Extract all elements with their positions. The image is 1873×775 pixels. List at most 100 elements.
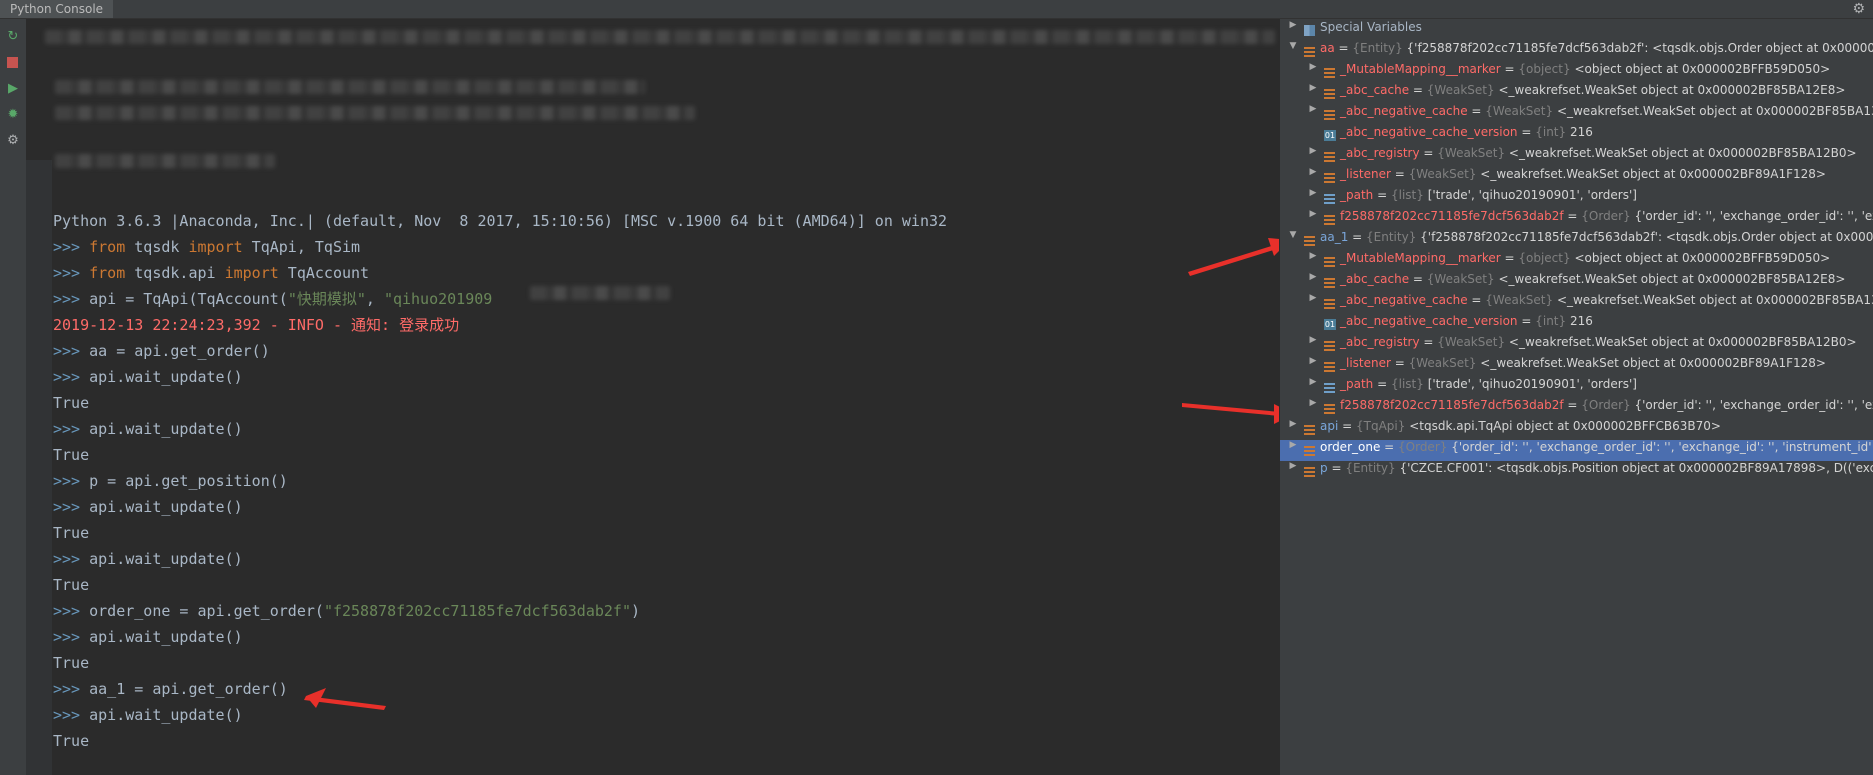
variable-name: p bbox=[1320, 461, 1328, 475]
variable-value: {'f258878f202cc71185fe7dcf563dab2f': <tq… bbox=[1406, 41, 1873, 55]
collapse-arrow-icon[interactable]: ▼ bbox=[1288, 41, 1298, 51]
variable-row[interactable]: ▶ _abc_registry = {WeakSet} <_weakrefset.… bbox=[1280, 146, 1873, 167]
variable-text: _abc_cache = {WeakSet} <_weakrefset.Weak… bbox=[1340, 272, 1846, 286]
field-icon bbox=[1304, 445, 1315, 456]
variable-name: _abc_cache bbox=[1340, 83, 1410, 97]
variable-text: api = {TqApi} <tqsdk.api.TqApi object at… bbox=[1320, 419, 1721, 433]
expand-arrow-icon[interactable]: ▶ bbox=[1288, 461, 1298, 471]
field-icon bbox=[1324, 88, 1335, 99]
expand-arrow-icon[interactable]: ▶ bbox=[1308, 272, 1318, 282]
expand-arrow-icon[interactable]: ▶ bbox=[1308, 293, 1318, 303]
variable-name: _MutableMapping__marker bbox=[1340, 251, 1501, 265]
variable-name: _abc_registry bbox=[1340, 335, 1420, 349]
expand-arrow-icon[interactable]: ▶ bbox=[1308, 251, 1318, 261]
variable-value: <object object at 0x000002BFFB59D050> bbox=[1574, 62, 1831, 76]
variable-type: {WeakSet} bbox=[1408, 167, 1477, 181]
variable-name: _path bbox=[1340, 188, 1374, 202]
variable-row[interactable]: 01 _abc_negative_cache_version = {int} 21… bbox=[1280, 125, 1873, 146]
variable-value: <_weakrefset.WeakSet object at 0x000002B… bbox=[1498, 272, 1846, 286]
variable-text: Special Variables bbox=[1320, 20, 1422, 34]
expand-arrow-icon[interactable]: ▶ bbox=[1308, 146, 1318, 156]
variable-row[interactable]: ▶ f258878f202cc71185fe7dcf563dab2f = {Ord… bbox=[1280, 209, 1873, 230]
variable-type: {Order} bbox=[1398, 440, 1448, 454]
expand-arrow-icon[interactable]: ▶ bbox=[1308, 167, 1318, 177]
variable-name: f258878f202cc71185fe7dcf563dab2f bbox=[1340, 398, 1564, 412]
variable-row[interactable]: ▶ _abc_negative_cache = {WeakSet} <_weakr… bbox=[1280, 104, 1873, 125]
variable-row[interactable]: ▶ _MutableMapping__marker = {object} <obj… bbox=[1280, 62, 1873, 83]
variable-row[interactable]: ▶ f258878f202cc71185fe7dcf563dab2f = {Ord… bbox=[1280, 398, 1873, 419]
variable-row[interactable]: ▶ _path = {list} ['trade', 'qihuo20190901… bbox=[1280, 377, 1873, 398]
expand-arrow-icon[interactable]: ▶ bbox=[1308, 356, 1318, 366]
variable-row[interactable]: ▶ _listener = {WeakSet} <_weakrefset.Weak… bbox=[1280, 167, 1873, 188]
variable-type: {Entity} bbox=[1366, 230, 1417, 244]
variable-value: <_weakrefset.WeakSet object at 0x000002B… bbox=[1556, 293, 1873, 307]
variable-value: 216 bbox=[1569, 314, 1593, 328]
expand-arrow-icon[interactable]: ▶ bbox=[1308, 62, 1318, 72]
variable-row[interactable]: ▶ _abc_registry = {WeakSet} <_weakrefset.… bbox=[1280, 335, 1873, 356]
annotation-arrow bbox=[1188, 238, 1290, 276]
variable-row[interactable]: ▼ aa_1 = {Entity} {'f258878f202cc71185fe7… bbox=[1280, 230, 1873, 251]
variable-type: {int} bbox=[1535, 314, 1567, 328]
variable-text: order_one = {Order} {'order_id': '', 'ex… bbox=[1320, 440, 1873, 454]
variable-value: {'f258878f202cc71185fe7dcf563dab2f': <tq… bbox=[1420, 230, 1873, 244]
variable-value: <_weakrefset.WeakSet object at 0x000002B… bbox=[1556, 104, 1873, 118]
variable-value: 216 bbox=[1569, 125, 1593, 139]
variable-name: aa_1 bbox=[1320, 230, 1349, 244]
variable-name: _abc_negative_cache bbox=[1340, 293, 1468, 307]
variable-row[interactable]: ▶ _listener = {WeakSet} <_weakrefset.Weak… bbox=[1280, 356, 1873, 377]
variable-row[interactable]: ▶ _abc_negative_cache = {WeakSet} <_weakr… bbox=[1280, 293, 1873, 314]
variable-type: {object} bbox=[1518, 251, 1571, 265]
variable-row[interactable]: ▶ _MutableMapping__marker = {object} <obj… bbox=[1280, 251, 1873, 272]
variable-row[interactable]: ▶ Special Variables bbox=[1280, 20, 1873, 41]
variable-row[interactable]: ▶ _abc_cache = {WeakSet} <_weakrefset.Wea… bbox=[1280, 272, 1873, 293]
collapse-arrow-icon[interactable]: ▼ bbox=[1288, 230, 1298, 240]
variable-row[interactable]: ▼ aa = {Entity} {'f258878f202cc71185fe7dc… bbox=[1280, 41, 1873, 62]
variable-text: aa = {Entity} {'f258878f202cc71185fe7dcf… bbox=[1320, 41, 1873, 55]
expand-arrow-icon[interactable]: ▶ bbox=[1308, 398, 1318, 408]
variable-value: {'order_id': '', 'exchange_order_id': ''… bbox=[1451, 440, 1873, 454]
expand-arrow-icon[interactable]: ▶ bbox=[1288, 419, 1298, 429]
int-icon: 01 bbox=[1324, 319, 1336, 330]
field-icon bbox=[1304, 46, 1315, 57]
expand-arrow-icon[interactable]: ▶ bbox=[1308, 83, 1318, 93]
variable-name: _abc_cache bbox=[1340, 272, 1410, 286]
variable-text: _abc_negative_cache = {WeakSet} <_weakre… bbox=[1340, 293, 1873, 307]
variable-text: _abc_registry = {WeakSet} <_weakrefset.W… bbox=[1340, 146, 1857, 160]
field-icon bbox=[1324, 361, 1335, 372]
expand-arrow-icon[interactable]: ▶ bbox=[1308, 104, 1318, 114]
variable-type: {WeakSet} bbox=[1408, 356, 1477, 370]
variable-text: _listener = {WeakSet} <_weakrefset.WeakS… bbox=[1340, 356, 1826, 370]
variable-type: {list} bbox=[1390, 188, 1424, 202]
variable-name: _listener bbox=[1340, 356, 1391, 370]
variable-row[interactable]: ▶ p = {Entity} {'CZCE.CF001': <tqsdk.objs… bbox=[1280, 461, 1873, 482]
variable-type: {int} bbox=[1535, 125, 1567, 139]
expand-arrow-icon[interactable]: ▶ bbox=[1308, 188, 1318, 198]
field-icon bbox=[1324, 403, 1335, 414]
variable-type: {WeakSet} bbox=[1485, 293, 1554, 307]
variable-type: {WeakSet} bbox=[1426, 83, 1495, 97]
annotation-arrow bbox=[1182, 403, 1294, 424]
expand-arrow-icon[interactable]: ▶ bbox=[1288, 20, 1298, 30]
variable-value: ['trade', 'qihuo20190901', 'orders'] bbox=[1427, 377, 1637, 391]
variable-type: {Entity} bbox=[1352, 41, 1403, 55]
variable-type: {Order} bbox=[1581, 398, 1631, 412]
variable-row[interactable]: ▶ order_one = {Order} {'order_id': '', 'e… bbox=[1280, 440, 1873, 461]
variable-text: _path = {list} ['trade', 'qihuo20190901'… bbox=[1340, 188, 1637, 202]
expand-arrow-icon[interactable]: ▶ bbox=[1308, 209, 1318, 219]
expand-arrow-icon[interactable]: ▶ bbox=[1308, 377, 1318, 387]
variable-type: {WeakSet} bbox=[1437, 335, 1506, 349]
variable-row[interactable]: ▶ _abc_cache = {WeakSet} <_weakrefset.Wea… bbox=[1280, 83, 1873, 104]
variable-name: f258878f202cc71185fe7dcf563dab2f bbox=[1340, 209, 1564, 223]
variable-row[interactable]: ▶ api = {TqApi} <tqsdk.api.TqApi object a… bbox=[1280, 419, 1873, 440]
field-icon bbox=[1304, 424, 1315, 435]
variable-row[interactable]: ▶ _path = {list} ['trade', 'qihuo20190901… bbox=[1280, 188, 1873, 209]
expand-arrow-icon[interactable]: ▶ bbox=[1288, 440, 1298, 450]
variable-name: api bbox=[1320, 419, 1339, 433]
variable-text: aa_1 = {Entity} {'f258878f202cc71185fe7d… bbox=[1320, 230, 1873, 244]
field-icon bbox=[1324, 151, 1335, 162]
variable-name: _abc_negative_cache bbox=[1340, 104, 1468, 118]
variable-row[interactable]: 01 _abc_negative_cache_version = {int} 21… bbox=[1280, 314, 1873, 335]
variable-type: {WeakSet} bbox=[1485, 104, 1554, 118]
variable-type: {WeakSet} bbox=[1437, 146, 1506, 160]
expand-arrow-icon[interactable]: ▶ bbox=[1308, 335, 1318, 345]
